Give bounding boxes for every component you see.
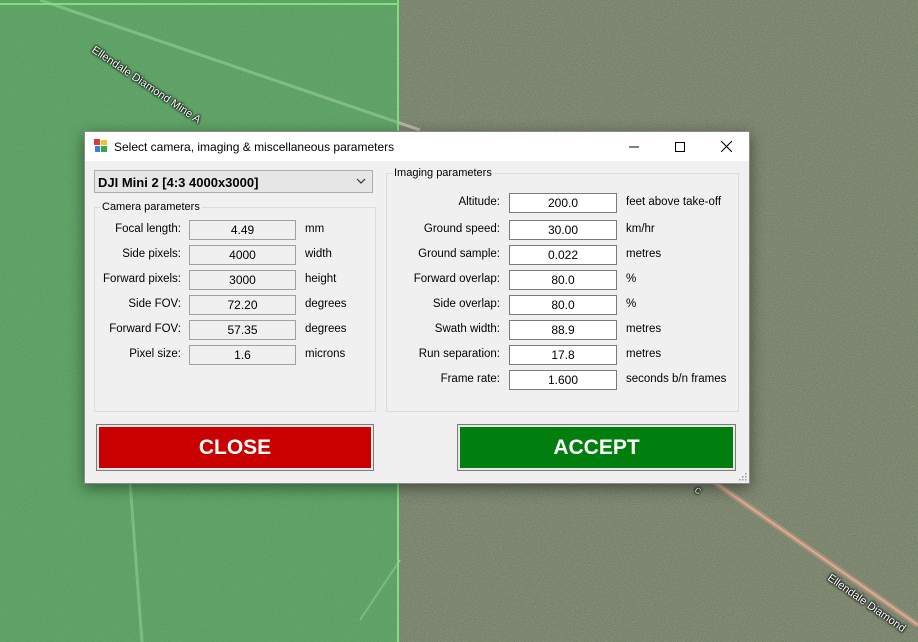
swath-width-label: Swath width: <box>434 323 500 335</box>
ground-sample-label: Ground sample: <box>418 248 500 260</box>
side-fov-unit: degrees <box>305 298 347 310</box>
ground-speed-row: Ground speed: 30.00 km/hr <box>387 220 740 240</box>
altitude-row: Altitude: 200.0 feet above take-off <box>387 193 740 213</box>
maximize-icon <box>675 141 685 152</box>
pixel-size-row: Pixel size: 1.6 microns <box>95 345 377 365</box>
maximize-button[interactable] <box>657 132 703 161</box>
focal-length-unit: mm <box>305 223 325 235</box>
frame-rate-input[interactable]: 1.600 <box>509 370 617 390</box>
side-pixels-row: Side pixels: 4000 width <box>95 245 377 265</box>
minimize-icon <box>629 146 639 147</box>
close-icon <box>720 141 732 152</box>
parameters-dialog: Select camera, imaging & miscellaneous p… <box>84 131 750 484</box>
run-separation-row: Run separation: 17.8 metres <box>387 345 740 365</box>
resize-grip-icon[interactable] <box>737 471 747 481</box>
camera-parameters-title: Camera parameters <box>100 201 202 213</box>
run-separation-unit: metres <box>626 348 662 360</box>
dialog-title: Select camera, imaging & miscellaneous p… <box>114 140 395 154</box>
swath-width-unit: metres <box>626 323 662 335</box>
camera-select[interactable]: DJI Mini 2 [4:3 4000x3000] <box>94 170 373 193</box>
minimize-button[interactable] <box>611 132 657 161</box>
altitude-input[interactable]: 200.0 <box>509 193 617 213</box>
forward-pixels-field: 3000 <box>189 270 296 290</box>
forward-fov-unit: degrees <box>305 323 347 335</box>
altitude-label: Altitude: <box>458 196 500 208</box>
forward-fov-field: 57.35 <box>189 320 296 340</box>
side-fov-row: Side FOV: 72.20 degrees <box>95 295 377 315</box>
imaging-parameters-group: Imaging parameters Altitude: 200.0 feet … <box>386 167 740 412</box>
forward-fov-label: Forward FOV: <box>109 323 181 335</box>
side-pixels-label: Side pixels: <box>122 248 181 260</box>
forward-overlap-unit: % <box>626 273 637 285</box>
forward-fov-row: Forward FOV: 57.35 degrees <box>95 320 377 340</box>
focal-length-label: Focal length: <box>115 223 181 235</box>
forward-pixels-label: Forward pixels: <box>103 273 181 285</box>
side-pixels-field: 4000 <box>189 245 296 265</box>
ground-sample-row: Ground sample: 0.022 metres <box>387 245 740 265</box>
side-overlap-label: Side overlap: <box>432 298 500 310</box>
accept-button[interactable]: ACCEPT <box>457 424 736 471</box>
ground-speed-label: Ground speed: <box>423 223 500 235</box>
forward-overlap-label: Forward overlap: <box>413 273 500 285</box>
side-fov-field: 72.20 <box>189 295 296 315</box>
app-icon <box>94 139 107 152</box>
window-close-button[interactable] <box>703 132 749 161</box>
close-button[interactable]: CLOSE <box>96 424 374 471</box>
camera-select-value: DJI Mini 2 [4:3 4000x3000] <box>98 175 259 190</box>
run-separation-input[interactable]: 17.8 <box>509 345 617 365</box>
frame-rate-unit: seconds b/n frames <box>626 373 727 385</box>
imaging-parameters-title: Imaging parameters <box>392 167 494 179</box>
side-overlap-unit: % <box>626 298 637 310</box>
forward-overlap-row: Forward overlap: 80.0 % <box>387 270 740 290</box>
title-bar[interactable]: Select camera, imaging & miscellaneous p… <box>85 132 749 161</box>
camera-parameters-group: Camera parameters Focal length: 4.49 mm … <box>94 201 377 412</box>
ground-sample-unit: metres <box>626 248 662 260</box>
pixel-size-field: 1.6 <box>189 345 296 365</box>
side-pixels-unit: width <box>305 248 332 260</box>
side-fov-label: Side FOV: <box>128 298 181 310</box>
frame-rate-label: Frame rate: <box>440 373 500 385</box>
altitude-unit: feet above take-off <box>626 196 722 208</box>
run-separation-label: Run separation: <box>418 348 500 360</box>
chevron-down-icon <box>356 178 366 184</box>
swath-width-row: Swath width: 88.9 metres <box>387 320 740 340</box>
pixel-size-unit: microns <box>305 348 346 360</box>
forward-overlap-input[interactable]: 80.0 <box>509 270 617 290</box>
focal-length-field: 4.49 <box>189 220 296 240</box>
ground-speed-input[interactable]: 30.00 <box>509 220 617 240</box>
forward-pixels-unit: height <box>305 273 337 285</box>
side-overlap-row: Side overlap: 80.0 % <box>387 295 740 315</box>
focal-length-row: Focal length: 4.49 mm <box>95 220 377 240</box>
forward-pixels-row: Forward pixels: 3000 height <box>95 270 377 290</box>
side-overlap-input[interactable]: 80.0 <box>509 295 617 315</box>
ground-sample-input[interactable]: 0.022 <box>509 245 617 265</box>
frame-rate-row: Frame rate: 1.600 seconds b/n frames <box>387 370 740 390</box>
pixel-size-label: Pixel size: <box>129 348 181 360</box>
swath-width-input[interactable]: 88.9 <box>509 320 617 340</box>
ground-speed-unit: km/hr <box>626 223 655 235</box>
